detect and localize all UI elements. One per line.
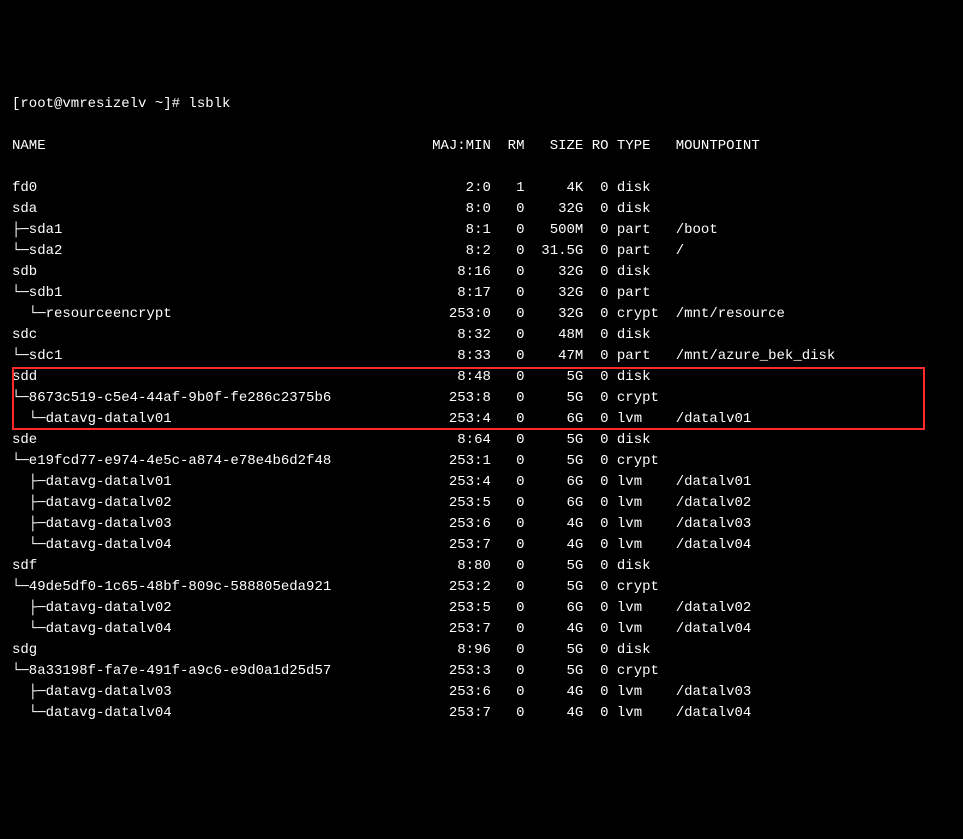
lsblk-row: sdb 8:16 0 32G 0 disk: [12, 262, 951, 283]
lsblk-row: ├─datavg-datalv03 253:6 0 4G 0 lvm /data…: [12, 682, 951, 703]
row-text: sdc 8:32 0 48M 0 disk: [12, 327, 676, 343]
row-text: └─e19fcd77-e974-4e5c-a874-e78e4b6d2f48 2…: [12, 453, 676, 469]
lsblk-row: sda 8:0 0 32G 0 disk: [12, 199, 951, 220]
row-text: └─datavg-datalv01 253:4 0 6G 0 lvm /data…: [12, 411, 751, 427]
lsblk-row: └─sda2 8:2 0 31.5G 0 part /: [12, 241, 951, 262]
row-text: fd0 2:0 1 4K 0 disk: [12, 180, 676, 196]
row-text: └─resourceencrypt 253:0 0 32G 0 crypt /m…: [12, 306, 785, 322]
lsblk-row: ├─datavg-datalv03 253:6 0 4G 0 lvm /data…: [12, 514, 951, 535]
row-text: └─datavg-datalv04 253:7 0 4G 0 lvm /data…: [12, 705, 751, 721]
lsblk-row: fd0 2:0 1 4K 0 disk: [12, 178, 951, 199]
lsblk-row: └─e19fcd77-e974-4e5c-a874-e78e4b6d2f48 2…: [12, 451, 951, 472]
row-text: sdd 8:48 0 5G 0 disk: [12, 369, 676, 385]
lsblk-row: └─datavg-datalv01 253:4 0 6G 0 lvm /data…: [12, 409, 951, 430]
lsblk-row: └─resourceencrypt 253:0 0 32G 0 crypt /m…: [12, 304, 951, 325]
row-text: └─datavg-datalv04 253:7 0 4G 0 lvm /data…: [12, 537, 751, 553]
row-text: └─sdc1 8:33 0 47M 0 part /mnt/azure_bek_…: [12, 348, 835, 364]
row-text: └─8673c519-c5e4-44af-9b0f-fe286c2375b6 2…: [12, 390, 676, 406]
lsblk-row: └─49de5df0-1c65-48bf-809c-588805eda921 2…: [12, 577, 951, 598]
lsblk-row: ├─datavg-datalv02 253:5 0 6G 0 lvm /data…: [12, 493, 951, 514]
lsblk-output: fd0 2:0 1 4K 0 disk sda 8:0 0 32G 0 disk…: [12, 178, 951, 724]
lsblk-row: ├─datavg-datalv02 253:5 0 6G 0 lvm /data…: [12, 598, 951, 619]
row-text: sdg 8:96 0 5G 0 disk: [12, 642, 676, 658]
row-text: ├─datavg-datalv01 253:4 0 6G 0 lvm /data…: [12, 474, 751, 490]
lsblk-row: └─sdc1 8:33 0 47M 0 part /mnt/azure_bek_…: [12, 346, 951, 367]
lsblk-row: └─datavg-datalv04 253:7 0 4G 0 lvm /data…: [12, 619, 951, 640]
row-text: ├─sda1 8:1 0 500M 0 part /boot: [12, 222, 718, 238]
row-text: sdb 8:16 0 32G 0 disk: [12, 264, 676, 280]
lsblk-row: sde 8:64 0 5G 0 disk: [12, 430, 951, 451]
row-text: ├─datavg-datalv02 253:5 0 6G 0 lvm /data…: [12, 495, 751, 511]
lsblk-row: └─datavg-datalv04 253:7 0 4G 0 lvm /data…: [12, 703, 951, 724]
lsblk-row: sdf 8:80 0 5G 0 disk: [12, 556, 951, 577]
row-text: └─49de5df0-1c65-48bf-809c-588805eda921 2…: [12, 579, 676, 595]
row-text: └─8a33198f-fa7e-491f-a9c6-e9d0a1d25d57 2…: [12, 663, 676, 679]
row-text: └─datavg-datalv04 253:7 0 4G 0 lvm /data…: [12, 621, 751, 637]
lsblk-row: └─8673c519-c5e4-44af-9b0f-fe286c2375b6 2…: [12, 388, 951, 409]
lsblk-row: └─sdb1 8:17 0 32G 0 part: [12, 283, 951, 304]
lsblk-row: ├─sda1 8:1 0 500M 0 part /boot: [12, 220, 951, 241]
lsblk-row: sdd 8:48 0 5G 0 disk: [12, 367, 951, 388]
lsblk-row: sdg 8:96 0 5G 0 disk: [12, 640, 951, 661]
lsblk-row: └─datavg-datalv04 253:7 0 4G 0 lvm /data…: [12, 535, 951, 556]
lsblk-row: sdc 8:32 0 48M 0 disk: [12, 325, 951, 346]
row-text: sde 8:64 0 5G 0 disk: [12, 432, 676, 448]
row-text: ├─datavg-datalv03 253:6 0 4G 0 lvm /data…: [12, 684, 751, 700]
prompt-text: [root@vmresizelv ~]# lsblk: [12, 96, 230, 112]
row-text: └─sda2 8:2 0 31.5G 0 part /: [12, 243, 684, 259]
row-text: └─sdb1 8:17 0 32G 0 part: [12, 285, 676, 301]
lsblk-row: └─8a33198f-fa7e-491f-a9c6-e9d0a1d25d57 2…: [12, 661, 951, 682]
shell-prompt: [root@vmresizelv ~]# lsblk: [12, 94, 951, 115]
lsblk-header: NAME MAJ:MIN RM SIZE RO TYPE MOUNTPOINT: [12, 136, 951, 157]
lsblk-row: ├─datavg-datalv01 253:4 0 6G 0 lvm /data…: [12, 472, 951, 493]
row-text: ├─datavg-datalv02 253:5 0 6G 0 lvm /data…: [12, 600, 751, 616]
row-text: sdf 8:80 0 5G 0 disk: [12, 558, 676, 574]
row-text: sda 8:0 0 32G 0 disk: [12, 201, 676, 217]
row-text: ├─datavg-datalv03 253:6 0 4G 0 lvm /data…: [12, 516, 751, 532]
